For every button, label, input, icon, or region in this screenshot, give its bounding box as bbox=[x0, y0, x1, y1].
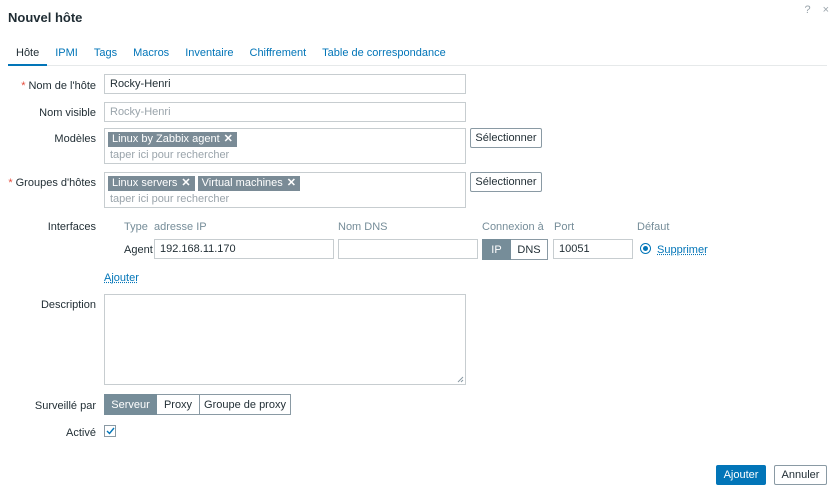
iface-ip-input[interactable]: 192.168.11.170 bbox=[154, 239, 334, 259]
enabled-checkbox[interactable] bbox=[104, 425, 116, 437]
resize-handle-icon[interactable] bbox=[457, 376, 464, 383]
connect-ip-option[interactable]: IP bbox=[482, 239, 511, 260]
dialog-title: Nouvel hôte bbox=[8, 10, 83, 25]
required-mark: * bbox=[21, 80, 26, 92]
remove-chip-icon[interactable]: ✕ bbox=[224, 133, 233, 146]
iface-type-header: Type bbox=[124, 221, 148, 233]
close-icon[interactable]: × bbox=[823, 4, 829, 16]
required-mark: * bbox=[8, 177, 13, 189]
iface-connect-toggle: IP DNS bbox=[482, 239, 548, 260]
host-groups-select-button[interactable]: Sélectionner bbox=[470, 172, 542, 192]
remove-chip-icon[interactable]: ✕ bbox=[181, 177, 190, 190]
dialog-controls: ? × bbox=[804, 4, 829, 16]
description-textarea[interactable] bbox=[104, 294, 466, 385]
tab-inventory[interactable]: Inventaire bbox=[177, 44, 241, 66]
host-name-label-text: Nom de l'hôte bbox=[28, 80, 96, 92]
tab-bar: Hôte IPMI Tags Macros Inventaire Chiffre… bbox=[8, 44, 827, 66]
visible-name-input[interactable]: Rocky-Henri bbox=[104, 102, 466, 122]
iface-dns-input[interactable] bbox=[338, 239, 478, 259]
templates-label: Modèles bbox=[54, 133, 96, 145]
monitored-by-server-option[interactable]: Serveur bbox=[104, 394, 157, 415]
template-chip: Linux by Zabbix agent ✕ bbox=[108, 132, 237, 147]
chip-label: Linux servers bbox=[112, 177, 178, 189]
description-label: Description bbox=[40, 299, 96, 311]
host-name-label: * Nom de l'hôte bbox=[0, 80, 96, 92]
tab-encryption[interactable]: Chiffrement bbox=[242, 44, 315, 66]
iface-ip-header: adresse IP bbox=[154, 221, 207, 233]
templates-multiselect[interactable]: Linux by Zabbix agent ✕ taper ici pour re… bbox=[104, 128, 466, 164]
tab-macros[interactable]: Macros bbox=[125, 44, 177, 66]
monitored-by-proxy-option[interactable]: Proxy bbox=[157, 394, 200, 415]
remove-chip-icon[interactable]: ✕ bbox=[287, 177, 296, 190]
check-icon bbox=[106, 427, 115, 435]
interfaces-label: Interfaces bbox=[47, 221, 96, 233]
submit-add-button[interactable]: Ajouter bbox=[716, 465, 766, 485]
add-interface-link[interactable]: Ajouter bbox=[104, 272, 139, 284]
iface-port-input[interactable]: 10051 bbox=[553, 239, 633, 259]
monitored-by-label: Surveillé par bbox=[34, 400, 96, 412]
visible-name-label: Nom visible bbox=[39, 107, 96, 119]
chip-label: Linux by Zabbix agent bbox=[112, 133, 220, 145]
cancel-button[interactable]: Annuler bbox=[774, 465, 827, 485]
host-groups-label: * Groupes d'hôtes bbox=[0, 177, 96, 189]
chip-label: Virtual machines bbox=[201, 177, 283, 189]
monitored-by-proxy-group-option[interactable]: Groupe de proxy bbox=[200, 394, 291, 415]
host-groups-label-text: Groupes d'hôtes bbox=[15, 177, 96, 189]
monitored-by-toggle: Serveur Proxy Groupe de proxy bbox=[104, 394, 291, 415]
iface-port-header: Port bbox=[554, 221, 575, 233]
enabled-label: Activé bbox=[66, 427, 96, 439]
iface-dns-header: Nom DNS bbox=[338, 221, 388, 233]
tab-host[interactable]: Hôte bbox=[8, 44, 48, 66]
templates-select-button[interactable]: Sélectionner bbox=[470, 128, 542, 148]
iface-connect-header: Connexion à bbox=[482, 221, 544, 233]
tab-value-mapping[interactable]: Table de correspondance bbox=[314, 44, 454, 66]
iface-default-header: Défaut bbox=[637, 221, 670, 233]
host-group-chip: Virtual machines ✕ bbox=[197, 176, 300, 191]
iface-default-radio[interactable] bbox=[640, 243, 651, 254]
host-groups-multiselect[interactable]: Linux servers ✕ Virtual machines ✕ taper i… bbox=[104, 172, 466, 208]
iface-type-value: Agent bbox=[124, 244, 153, 256]
templates-search-input[interactable]: taper ici pour rechercher bbox=[108, 147, 462, 161]
tab-tags[interactable]: Tags bbox=[86, 44, 125, 66]
help-icon[interactable]: ? bbox=[804, 4, 810, 16]
connect-dns-option[interactable]: DNS bbox=[511, 239, 548, 260]
host-groups-search-input[interactable]: taper ici pour rechercher bbox=[108, 191, 462, 205]
host-group-chip: Linux servers ✕ bbox=[108, 176, 195, 191]
iface-remove-link[interactable]: Supprimer bbox=[657, 244, 708, 256]
host-name-input[interactable]: Rocky-Henri bbox=[104, 74, 466, 94]
tab-ipmi[interactable]: IPMI bbox=[47, 44, 86, 66]
